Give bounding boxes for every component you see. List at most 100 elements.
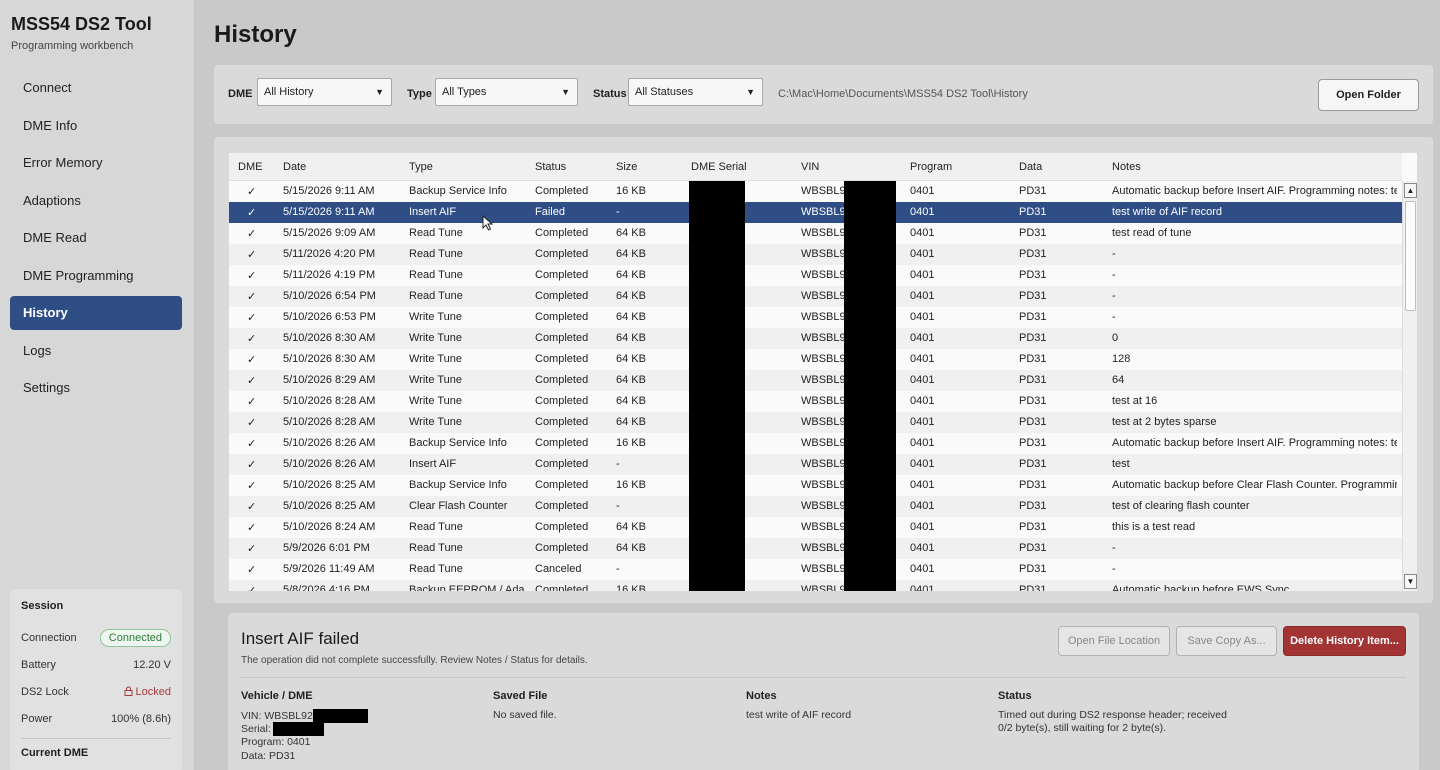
session-panel: Session Connection Connected Battery 12.… <box>10 589 182 770</box>
cell-size: 16 KB <box>616 584 646 591</box>
nav-error-memory[interactable]: Error Memory <box>10 146 182 180</box>
nav-dme-info[interactable]: DME Info <box>10 109 182 143</box>
page-title: History <box>214 21 297 48</box>
cell-dme: ✓ <box>247 522 257 534</box>
redaction-bar-serial <box>689 181 745 591</box>
cell-notes: 128 <box>1112 353 1131 365</box>
session-connection: Connection Connected <box>21 624 171 651</box>
cell-status: Completed <box>535 458 589 470</box>
table-row[interactable]: ✓ 5/10/2026 6:53 PM Write Tune Completed 64 … <box>229 307 1402 328</box>
table-row[interactable]: ✓ 5/10/2026 8:24 AM Read Tune Completed 64 K… <box>229 517 1402 538</box>
col-vin[interactable]: VIN <box>801 161 819 173</box>
table-scrollbar[interactable]: ▲ ▼ <box>1402 181 1417 591</box>
nav-dme-programming[interactable]: DME Programming <box>10 259 182 293</box>
cell-notes: - <box>1112 563 1116 575</box>
table-row[interactable]: ✓ 5/15/2026 9:11 AM Backup Service Info Com… <box>229 181 1402 202</box>
scroll-thumb[interactable] <box>1405 201 1416 311</box>
cell-type: Backup EEPROM / Ada... <box>409 584 529 591</box>
nav-dme-read[interactable]: DME Read <box>10 221 182 255</box>
table-row[interactable]: ✓ 5/10/2026 6:54 PM Read Tune Completed 64 K… <box>229 286 1402 307</box>
cell-date: 5/15/2026 9:11 AM <box>283 206 375 218</box>
cell-notes: 0 <box>1112 332 1119 344</box>
table-row[interactable]: ✓ 5/15/2026 9:11 AM Insert AIF Failed - WBSBL… <box>229 202 1402 223</box>
cell-dme: ✓ <box>247 291 257 303</box>
cell-program: 0401 <box>910 248 935 260</box>
cell-status: Completed <box>535 416 589 428</box>
cell-dme: ✓ <box>247 417 257 429</box>
table-row[interactable]: ✓ 5/10/2026 8:30 AM Write Tune Completed 64 … <box>229 328 1402 349</box>
cell-type: Write Tune <box>409 353 462 365</box>
vehicle-program: Program: 0401 <box>241 736 311 748</box>
cell-dme: ✓ <box>247 333 257 345</box>
status-line-1: Timed out during DS2 response header; re… <box>998 709 1227 721</box>
cell-notes: 64 <box>1112 374 1125 386</box>
table-row[interactable]: ✓ 5/10/2026 8:25 AM Backup Service Info Com… <box>229 475 1402 496</box>
table-row[interactable]: ✓ 5/9/2026 11:49 AM Read Tune Canceled - WBSB… <box>229 559 1402 580</box>
details-title: Insert AIF failed <box>241 629 360 648</box>
vin-text: VIN: WBSBL92 <box>241 709 313 722</box>
table-row[interactable]: ✓ 5/15/2026 9:09 AM Read Tune Completed 64 K… <box>229 223 1402 244</box>
type-filter-select[interactable]: All Types ▼ <box>435 78 578 106</box>
scroll-up-icon[interactable]: ▲ <box>1404 183 1417 198</box>
cell-status: Completed <box>535 437 589 449</box>
cell-type: Read Tune <box>409 248 463 260</box>
cell-data: PD31 <box>1019 458 1047 470</box>
open-file-location-button[interactable]: Open File Location <box>1058 626 1170 656</box>
col-dme[interactable]: DME <box>238 161 262 173</box>
col-type[interactable]: Type <box>409 161 433 173</box>
table-row[interactable]: ✓ 5/10/2026 8:28 AM Write Tune Completed 64 … <box>229 391 1402 412</box>
redaction-bar-vin <box>844 181 896 591</box>
cell-notes: Automatic backup before Insert AIF. Prog… <box>1112 437 1397 449</box>
table-row[interactable]: ✓ 5/10/2026 8:26 AM Backup Service Info Com… <box>229 433 1402 454</box>
mouse-cursor-icon <box>482 215 494 231</box>
table-row[interactable]: ✓ 5/10/2026 8:26 AM Insert AIF Completed - WB… <box>229 454 1402 475</box>
cell-data: PD31 <box>1019 269 1047 281</box>
open-folder-button[interactable]: Open Folder <box>1318 79 1419 111</box>
table-row[interactable]: ✓ 5/11/2026 4:20 PM Read Tune Completed 64 K… <box>229 244 1402 265</box>
session-battery: Battery 12.20 V <box>21 651 171 678</box>
cell-data: PD31 <box>1019 542 1047 554</box>
table-row[interactable]: ✓ 5/10/2026 8:29 AM Write Tune Completed 64 … <box>229 370 1402 391</box>
nav-connect[interactable]: Connect <box>10 71 182 105</box>
table-row[interactable]: ✓ 5/9/2026 6:01 PM Read Tune Completed 64 KB… <box>229 538 1402 559</box>
table-row[interactable]: ✓ 5/10/2026 8:25 AM Clear Flash Counter Com… <box>229 496 1402 517</box>
notes-heading: Notes <box>746 690 777 702</box>
cell-program: 0401 <box>910 395 935 407</box>
col-program[interactable]: Program <box>910 161 952 173</box>
caret-down-icon: ▼ <box>746 87 755 97</box>
table-row[interactable]: ✓ 5/10/2026 8:30 AM Write Tune Completed 64 … <box>229 349 1402 370</box>
power-label: Power <box>21 712 53 725</box>
cell-size: 64 KB <box>616 290 646 302</box>
cell-program: 0401 <box>910 353 935 365</box>
cell-dme: ✓ <box>247 249 257 261</box>
cell-data: PD31 <box>1019 395 1047 407</box>
cell-notes: - <box>1112 311 1116 323</box>
table-body: ✓ 5/15/2026 9:11 AM Backup Service Info Com… <box>229 181 1402 591</box>
status-filter-select[interactable]: All Statuses ▼ <box>628 78 763 106</box>
nav-history[interactable]: History <box>10 296 182 330</box>
table-row[interactable]: ✓ 5/10/2026 8:28 AM Write Tune Completed 64 … <box>229 412 1402 433</box>
cell-type: Write Tune <box>409 311 462 323</box>
cell-notes: this is a test read <box>1112 521 1196 533</box>
nav-settings[interactable]: Settings <box>10 371 182 405</box>
table-row[interactable]: ✓ 5/11/2026 4:19 PM Read Tune Completed 64 K… <box>229 265 1402 286</box>
nav-logs[interactable]: Logs <box>10 334 182 368</box>
scroll-down-icon[interactable]: ▼ <box>1404 574 1417 589</box>
col-date[interactable]: Date <box>283 161 306 173</box>
col-data[interactable]: Data <box>1019 161 1042 173</box>
col-notes[interactable]: Notes <box>1112 161 1141 173</box>
table-row[interactable]: ✓ 5/8/2026 4:16 PM Backup EEPROM / Ada... C… <box>229 580 1402 591</box>
dme-filter-select[interactable]: All History ▼ <box>257 78 392 106</box>
cell-date: 5/10/2026 6:54 PM <box>283 290 376 302</box>
col-dme-serial[interactable]: DME Serial <box>691 161 747 173</box>
cell-date: 5/10/2026 8:28 AM <box>283 416 376 428</box>
save-copy-button[interactable]: Save Copy As... <box>1176 626 1277 656</box>
col-size[interactable]: Size <box>616 161 637 173</box>
current-dme-label: Current DME <box>21 747 89 759</box>
cell-program: 0401 <box>910 479 935 491</box>
col-status[interactable]: Status <box>535 161 566 173</box>
nav-adaptions[interactable]: Adaptions <box>10 184 182 218</box>
status-line-2: 0/2 byte(s), still waiting for 2 byte(s)… <box>998 722 1167 734</box>
cell-dme: ✓ <box>247 543 257 555</box>
delete-history-item-button[interactable]: Delete History Item... <box>1283 626 1406 656</box>
